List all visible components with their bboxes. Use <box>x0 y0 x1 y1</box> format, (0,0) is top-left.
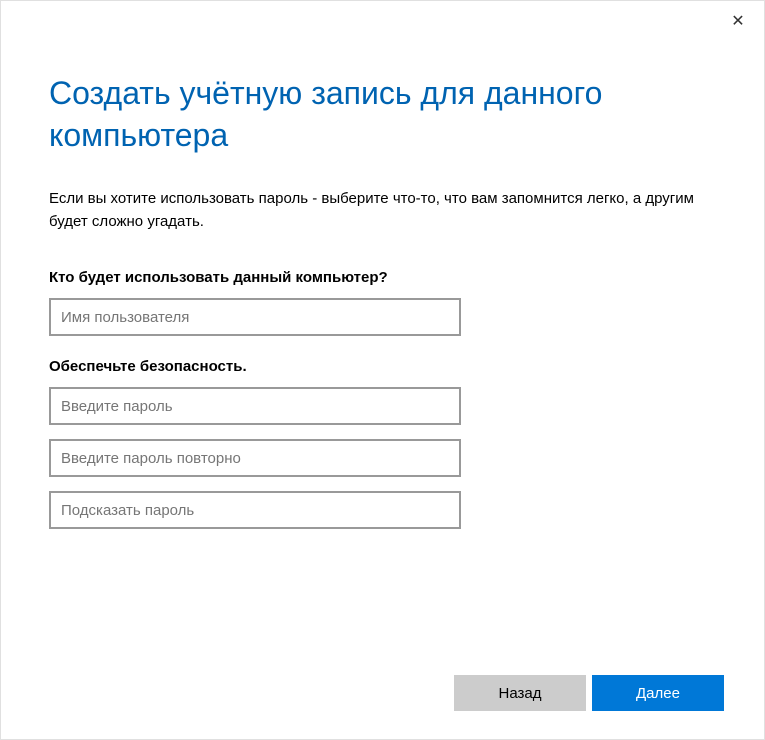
user-section-label: Кто будет использовать данный компьютер? <box>49 269 716 286</box>
password-input[interactable] <box>49 387 461 425</box>
back-button[interactable]: Назад <box>454 675 586 711</box>
content-area: Создать учётную запись для данного компь… <box>1 1 764 529</box>
security-section: Обеспечьте безопасность. <box>49 358 716 529</box>
security-section-label: Обеспечьте безопасность. <box>49 358 716 375</box>
page-description: Если вы хотите использовать пароль - выб… <box>49 188 716 233</box>
next-button[interactable]: Далее <box>592 675 724 711</box>
password-confirm-input[interactable] <box>49 439 461 477</box>
close-icon: ✕ <box>731 11 744 31</box>
page-title: Создать учётную запись для данного компь… <box>49 73 716 156</box>
password-hint-input[interactable] <box>49 491 461 529</box>
create-account-window: ✕ Создать учётную запись для данного ком… <box>0 0 765 740</box>
username-input[interactable] <box>49 298 461 336</box>
close-button[interactable]: ✕ <box>726 9 750 33</box>
user-section: Кто будет использовать данный компьютер? <box>49 269 716 336</box>
footer-buttons: Назад Далее <box>454 675 724 711</box>
